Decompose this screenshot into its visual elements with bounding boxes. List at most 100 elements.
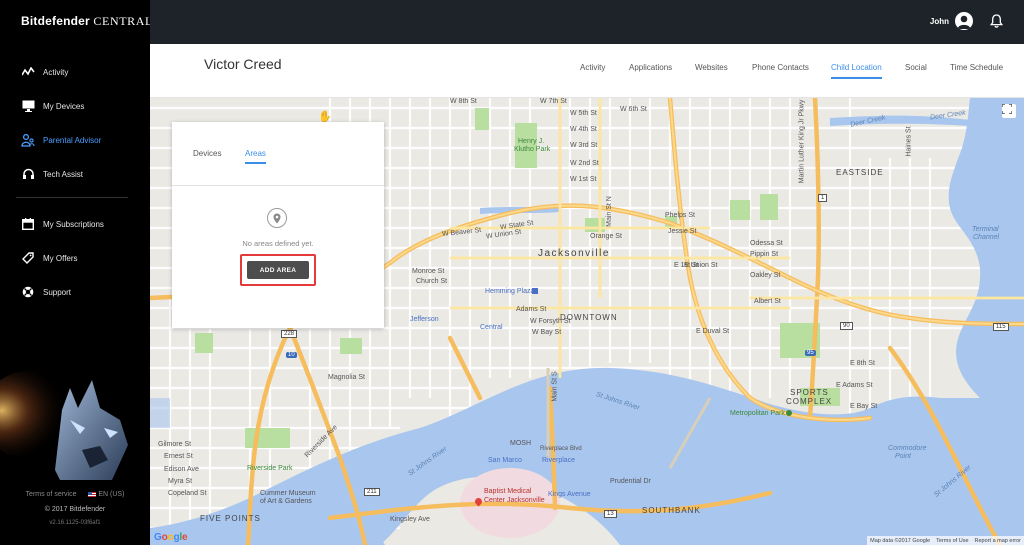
activity-icon bbox=[21, 65, 35, 79]
sidebar-divider bbox=[16, 197, 128, 198]
map-label-kings-avenue: Kings Avenue bbox=[548, 491, 591, 498]
map-label-phelps-st: Phelps St bbox=[665, 212, 695, 219]
notifications-bell-icon[interactable] bbox=[989, 14, 1004, 28]
map-label-haines-st: Haines St bbox=[905, 126, 913, 157]
map-label-klutho-park: Klutho Park bbox=[514, 146, 551, 153]
shield-i10: 10 bbox=[286, 352, 297, 358]
sidebar-footer-links: Terms of service EN (US) bbox=[0, 491, 150, 498]
map-label-w-4th-st: W 4th St bbox=[570, 126, 597, 133]
map-label-san-marco: San Marco bbox=[488, 457, 522, 464]
sidebar-item-activity[interactable]: Activity bbox=[0, 60, 150, 84]
map-label-prudential-dr: Prudential Dr bbox=[610, 478, 651, 485]
map-label-monroe-st: Monroe St bbox=[412, 268, 445, 275]
shield-90: 90 bbox=[840, 322, 853, 330]
map-label-eastside: EASTSIDE bbox=[836, 168, 884, 177]
areas-panel: Devices Areas No areas defined yet. ADD … bbox=[172, 122, 384, 328]
tab-websites[interactable]: Websites bbox=[695, 63, 728, 72]
map-label-e-1st-st: E 1st St bbox=[674, 262, 699, 269]
tab-applications[interactable]: Applications bbox=[629, 63, 672, 72]
user-name[interactable]: John bbox=[930, 17, 949, 26]
sidebar: Bitdefender CENTRAL Activity My Devices … bbox=[0, 0, 153, 545]
sidebar-item-my-devices[interactable]: My Devices bbox=[0, 94, 150, 118]
map-label-w-5th-st: W 5th St bbox=[570, 110, 597, 117]
map-label-mosh: MOSH bbox=[510, 440, 531, 447]
panel-divider bbox=[172, 185, 384, 186]
sidebar-item-tech-assist[interactable]: Tech Assist bbox=[0, 162, 150, 186]
map-label-w-2nd-st: W 2nd St bbox=[570, 160, 599, 167]
no-areas-message: No areas defined yet. bbox=[242, 239, 314, 248]
location-pin-icon bbox=[267, 208, 287, 228]
map-label-oakley-st: Oakley St bbox=[750, 272, 781, 279]
sidebar-item-my-offers[interactable]: My Offers bbox=[0, 246, 150, 270]
map-label-w-8th-st: W 8th St bbox=[450, 98, 477, 105]
map-label-jefferson: Jefferson bbox=[410, 316, 439, 323]
terms-of-service-link[interactable]: Terms of service bbox=[26, 491, 77, 498]
tab-activity[interactable]: Activity bbox=[580, 63, 605, 72]
map-label-mlk-pkwy: Martin Luther King Jr Pkwy bbox=[798, 99, 806, 184]
map-attribution: Map data ©2017 Google Terms of Use Repor… bbox=[867, 536, 1024, 545]
us-flag-icon bbox=[88, 491, 97, 497]
app-logo[interactable]: Bitdefender CENTRAL bbox=[21, 14, 153, 29]
map-label-albert-st: Albert St bbox=[754, 298, 781, 305]
map-label-southbank: SOUTHBANK bbox=[642, 506, 701, 515]
map-label-w-7th-st: W 7th St bbox=[540, 98, 567, 105]
section-tabs: Activity Applications Websites Phone Con… bbox=[150, 44, 1024, 98]
panel-tab-areas[interactable]: Areas bbox=[245, 149, 266, 164]
sidebar-item-support[interactable]: Support bbox=[0, 280, 150, 304]
map-label-hemming-plaza: Hemming Plaza bbox=[485, 288, 535, 295]
report-map-error-link[interactable]: Report a map error bbox=[975, 538, 1021, 544]
map-terms-link[interactable]: Terms of Use bbox=[936, 538, 968, 544]
shield-115: 115 bbox=[993, 323, 1009, 331]
family-icon bbox=[21, 133, 35, 147]
sidebar-item-parental-advisor[interactable]: Parental Advisor bbox=[0, 128, 150, 152]
map-label-henry: Henry J. bbox=[518, 138, 545, 145]
map-label-complex: COMPLEX bbox=[786, 397, 833, 406]
map-label-orange-st: Orange St bbox=[590, 233, 622, 240]
headset-icon bbox=[21, 167, 35, 181]
panel-tab-devices[interactable]: Devices bbox=[193, 149, 221, 158]
map-label-magnolia-st: Magnolia St bbox=[328, 374, 365, 381]
map-label-five-points: FIVE POINTS bbox=[200, 514, 261, 523]
map-label-e-bay-st: E Bay St bbox=[850, 403, 878, 410]
map-label-channel: Channel bbox=[973, 234, 1000, 241]
map-label-w-3rd-st: W 3rd St bbox=[570, 142, 598, 149]
map-label-w-forsyth-st: W Forsyth St bbox=[530, 318, 571, 325]
calendar-icon bbox=[21, 217, 35, 231]
transit-icon[interactable] bbox=[532, 288, 538, 294]
copyright: © 2017 Bitdefender bbox=[44, 506, 106, 513]
tag-icon bbox=[21, 251, 35, 265]
user-avatar-icon[interactable] bbox=[955, 12, 973, 30]
map-label-cummer: Cummer Museum bbox=[260, 490, 316, 497]
version: v2.16.1125-03f6af1 bbox=[49, 520, 101, 526]
map-label-central: Central bbox=[480, 324, 503, 331]
map-label-commodore: Commodore bbox=[888, 445, 927, 452]
map-label-pippin-st: Pippin St bbox=[750, 251, 779, 258]
map-label-w-1st-st: W 1st St bbox=[570, 176, 597, 183]
add-area-button[interactable]: ADD AREA bbox=[247, 261, 309, 279]
fullscreen-toggle-icon[interactable] bbox=[1002, 104, 1016, 118]
map-label-riverplace: Riverplace bbox=[542, 457, 576, 464]
map-label-w-bay-st: W Bay St bbox=[532, 329, 562, 336]
google-logo[interactable]: Google bbox=[154, 532, 188, 543]
map-label-ernest-st: Ernest St bbox=[164, 453, 193, 460]
map-label-jessie-st: Jessie St bbox=[668, 228, 697, 235]
map-label-point: Point bbox=[895, 453, 911, 460]
sidebar-item-my-subscriptions[interactable]: My Subscriptions bbox=[0, 212, 150, 236]
map-label-odessa-st: Odessa St bbox=[750, 240, 783, 247]
park-marker-icon[interactable] bbox=[786, 410, 792, 416]
tab-time-schedule[interactable]: Time Schedule bbox=[950, 63, 1003, 72]
map-label-riverside-park: Riverside Park bbox=[247, 465, 293, 472]
tab-child-location[interactable]: Child Location bbox=[831, 63, 882, 79]
map-label-kingsley-ave: Kingsley Ave bbox=[390, 516, 430, 523]
tab-phone-contacts[interactable]: Phone Contacts bbox=[752, 63, 809, 72]
map-label-metropolitan-park: Metropolitan Park bbox=[730, 410, 785, 417]
map-label-baptist-2: Center Jacksonville bbox=[484, 497, 545, 504]
tab-social[interactable]: Social bbox=[905, 63, 927, 72]
map-label-church-st: Church St bbox=[416, 278, 448, 285]
shield-us1: 1 bbox=[818, 194, 828, 202]
map-label-gilmore-st: Gilmore St bbox=[158, 441, 192, 448]
top-bar: John bbox=[150, 0, 1024, 44]
language-selector[interactable]: EN (US) bbox=[98, 491, 124, 498]
map-data-credit: Map data ©2017 Google bbox=[870, 537, 931, 544]
map-label-edison-ave: Edison Ave bbox=[164, 466, 199, 473]
